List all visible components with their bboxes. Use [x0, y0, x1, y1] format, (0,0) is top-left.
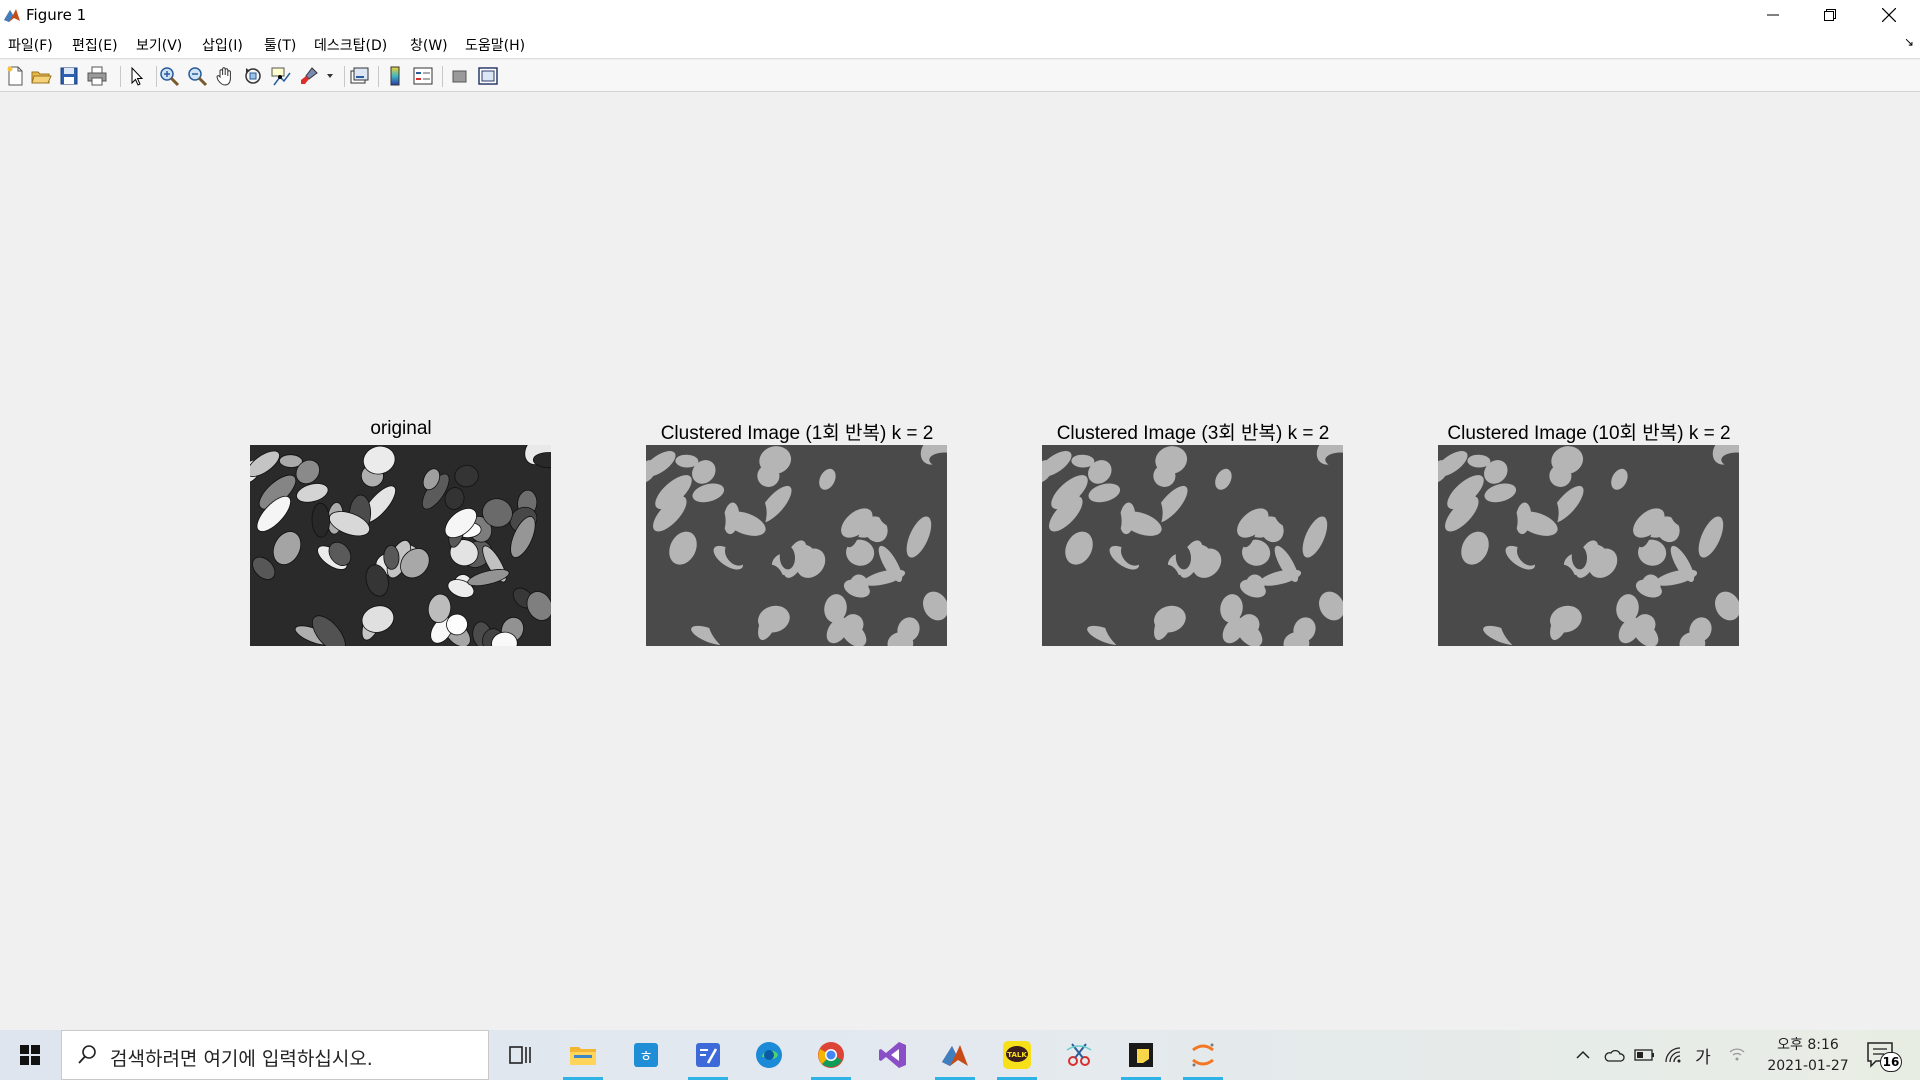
close-icon: [1882, 7, 1896, 22]
axes-title-clustered-1: Clustered Image (1회 반복) k = 2: [660, 423, 934, 444]
jupyter-icon: [1192, 1043, 1214, 1067]
hide-plot-tools-icon[interactable]: [449, 65, 471, 87]
brush-icon[interactable]: [298, 65, 320, 87]
menu-insert[interactable]: 삽입(I): [202, 35, 243, 55]
visual-studio-icon: [879, 1042, 906, 1068]
taskbar-app-matlab[interactable]: [929, 1030, 981, 1080]
taskbar-search-box[interactable]: 검색하려면 여기에 입력하십시오.: [61, 1030, 489, 1080]
task-view-icon: [509, 1046, 531, 1064]
rotate-3d-icon[interactable]: [242, 65, 264, 87]
menu-file[interactable]: 파일(F): [8, 35, 53, 55]
taskbar-clock[interactable]: 오후 8:16 2021-01-27: [1756, 1035, 1860, 1077]
show-plot-tools-icon[interactable]: [477, 65, 499, 87]
clock-time: 오후 8:16: [1777, 1037, 1839, 1053]
task-view-button[interactable]: [494, 1030, 546, 1080]
link-plot-icon[interactable]: [348, 65, 370, 87]
colorbar-icon[interactable]: [384, 65, 406, 87]
taskbar-app-hangul[interactable]: ㅎ: [620, 1030, 672, 1080]
menu-tools[interactable]: 툴(T): [264, 35, 296, 55]
taskbar-app-file-explorer[interactable]: [557, 1030, 609, 1080]
file-explorer-icon: [570, 1047, 596, 1065]
kakaotalk-icon: TALK: [1003, 1041, 1031, 1069]
legend-icon[interactable]: [412, 65, 434, 87]
windows-logo-icon: [20, 1045, 40, 1065]
tray-network[interactable]: [1724, 1030, 1750, 1080]
show-hidden-icons-button[interactable]: [1572, 1030, 1594, 1080]
axes-title-original: original: [370, 418, 432, 439]
search-placeholder: 검색하려면 여기에 입력하십시오.: [110, 1048, 373, 1070]
notification-count-badge: 16: [1880, 1052, 1902, 1072]
minimize-button[interactable]: [1744, 0, 1801, 29]
edge-icon: [756, 1042, 782, 1068]
clustered-image-10: [1438, 445, 1739, 646]
svg-text:TALK: TALK: [1007, 1051, 1027, 1059]
matlab-icon: [942, 1045, 968, 1066]
toolbar-separator: [120, 66, 121, 87]
toolbar-separator: [156, 66, 157, 87]
snipping-icon: [1066, 1043, 1092, 1066]
network-icon: [1729, 1048, 1745, 1061]
title-bar: Figure 1: [0, 0, 1920, 29]
print-icon[interactable]: [86, 65, 108, 87]
taskbar-app-sticky-notes[interactable]: [1115, 1030, 1167, 1080]
menu-help[interactable]: 도움말(H): [465, 35, 525, 55]
taskbar-app-snipping[interactable]: [1053, 1030, 1105, 1080]
open-file-icon[interactable]: [30, 65, 52, 87]
data-cursor-icon[interactable]: [270, 65, 292, 87]
tray-wifi[interactable]: [1662, 1030, 1688, 1080]
toolbar-separator: [442, 66, 443, 87]
tray-onedrive[interactable]: [1600, 1030, 1628, 1080]
figure-canvas: original Clustered Image (1회 반복) k = 2 C…: [0, 93, 1920, 1030]
wifi-icon: [1665, 1047, 1681, 1063]
clustered-image-1: [646, 445, 947, 646]
menu-desktop[interactable]: 데스크탑(D): [314, 35, 387, 55]
menu-edit[interactable]: 편집(E): [72, 35, 118, 55]
figure-toolbar: [0, 60, 1920, 92]
hangul-icon: ㅎ: [634, 1043, 658, 1067]
toolbar-separator: [378, 66, 379, 87]
clock-date: 2021-01-27: [1767, 1058, 1849, 1074]
menu-view[interactable]: 보기(V): [136, 35, 182, 55]
menu-window[interactable]: 창(W): [410, 35, 448, 55]
minimize-icon: [1766, 14, 1779, 15]
dock-figure-arrow[interactable]: ↘: [1904, 35, 1914, 49]
notepad-icon: [696, 1043, 720, 1067]
search-icon: [78, 1045, 96, 1064]
chevron-up-icon: [1576, 1050, 1590, 1059]
sticky-notes-icon: [1129, 1043, 1153, 1067]
restore-button[interactable]: [1801, 0, 1858, 29]
ime-indicator[interactable]: 가: [1690, 1030, 1716, 1080]
taskbar-app-chrome[interactable]: [805, 1030, 857, 1080]
taskbar-app-notepad[interactable]: [682, 1030, 734, 1080]
menu-bar: 파일(F) 편집(E) 보기(V) 삽입(I) 툴(T) 데스크탑(D) 창(W…: [0, 29, 1920, 59]
taskbar-app-visual-studio[interactable]: [867, 1030, 919, 1080]
taskbar: 검색하려면 여기에 입력하십시오. ㅎ TALK 가 오후 8:16 2021-…: [0, 1030, 1920, 1080]
taskbar-app-edge[interactable]: [743, 1030, 795, 1080]
svg-text:ㅎ: ㅎ: [639, 1047, 653, 1065]
new-figure-icon[interactable]: [4, 65, 26, 87]
brush-dropdown-icon[interactable]: [326, 73, 334, 79]
original-image: [250, 445, 551, 646]
start-button[interactable]: [0, 1030, 60, 1080]
axes-title-clustered-3: Clustered Image (3회 반복) k = 2: [1056, 423, 1330, 444]
clustered-image-3: [1042, 445, 1343, 646]
taskbar-app-kakaotalk[interactable]: TALK: [991, 1030, 1043, 1080]
chrome-icon: [818, 1042, 844, 1068]
pointer-icon[interactable]: [126, 65, 148, 87]
tray-battery[interactable]: [1632, 1030, 1658, 1080]
onedrive-icon: [1604, 1049, 1625, 1062]
zoom-in-icon[interactable]: [158, 65, 180, 87]
taskbar-app-jupyter[interactable]: [1177, 1030, 1229, 1080]
matlab-app-icon: [2, 6, 22, 24]
axes-title-clustered-10: Clustered Image (10회 반복) k = 2: [1447, 423, 1731, 444]
toolbar-separator: [344, 66, 345, 87]
restore-icon: [1823, 8, 1836, 21]
zoom-out-icon[interactable]: [186, 65, 208, 87]
battery-icon: [1634, 1049, 1654, 1061]
save-icon[interactable]: [58, 65, 80, 87]
window-title: Figure 1: [26, 6, 87, 24]
close-button[interactable]: [1858, 0, 1920, 29]
pan-hand-icon[interactable]: [214, 65, 236, 87]
